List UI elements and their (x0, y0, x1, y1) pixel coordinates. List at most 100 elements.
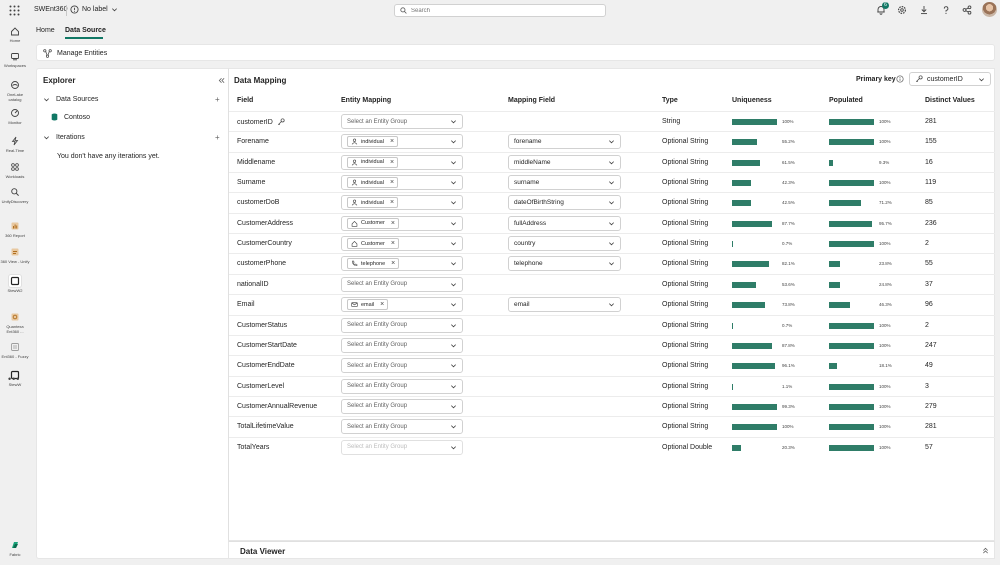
entity-chip-label: Customer (361, 240, 385, 247)
rail-item[interactable]: UnifyDiscovery (0, 186, 30, 204)
sensitivity-label-button[interactable]: No label (70, 5, 118, 14)
mapping-field-select[interactable]: telephone (508, 256, 621, 272)
entity-mapping-select[interactable]: Select an Entity Group (341, 337, 463, 353)
search-box[interactable] (394, 4, 606, 17)
home-icon (9, 25, 21, 37)
entity-mapping-select[interactable]: individual × (341, 175, 463, 191)
header-mapping-field[interactable]: Mapping Field (508, 97, 555, 104)
mapping-field-select[interactable]: dateOfBirthString (508, 195, 621, 211)
rail-item[interactable]: Workloads (0, 161, 30, 179)
mapping-field-select[interactable]: email (508, 297, 621, 313)
remove-entity-icon[interactable]: × (391, 220, 395, 227)
chevron-down-icon (609, 242, 614, 246)
app-launcher-icon[interactable] (9, 5, 20, 16)
mapping-field-select[interactable]: country (508, 236, 621, 252)
entity-mapping-select[interactable]: Customer × (341, 215, 463, 231)
mapping-field-select[interactable]: forename (508, 134, 621, 150)
header-populated[interactable]: Populated (829, 97, 863, 104)
tab-home[interactable]: Home (36, 27, 55, 34)
entity-mapping-select[interactable]: individual × (341, 134, 463, 150)
mapping-field-select[interactable]: fullAddress (508, 215, 621, 231)
uniqueness-percent: 100% (782, 424, 794, 430)
app-title[interactable]: SWEnt360 (34, 6, 67, 13)
entity-mapping-select[interactable]: individual × (341, 154, 463, 170)
uniqueness-percent: 96.1% (782, 363, 795, 369)
rail-item[interactable]: StewW2 (0, 275, 30, 293)
help-icon[interactable] (941, 5, 951, 15)
uniqueness-percent: 82.1% (782, 261, 795, 267)
rail-item[interactable]: Ent360 - Fuzzy (0, 341, 30, 359)
add-data-source-icon[interactable]: + (215, 95, 220, 104)
rail-item[interactable]: 360 View - Unify (0, 246, 30, 264)
mapping-field-select[interactable]: surname (508, 175, 621, 191)
tree-data-sources[interactable]: Data Sources (43, 96, 98, 103)
rail-item-label: Fabric (9, 552, 21, 557)
entity-mapping-select[interactable]: Select an Entity Group (341, 114, 463, 129)
chevron-down-icon (451, 445, 456, 450)
settings-gear-icon[interactable] (897, 5, 907, 15)
header-entity-mapping[interactable]: Entity Mapping (341, 97, 391, 104)
rail-item[interactable]: Monitor (0, 107, 30, 125)
collapse-panel-icon[interactable] (218, 77, 225, 84)
add-iteration-icon[interactable]: + (215, 133, 220, 142)
entity-mapping-select[interactable]: email × (341, 297, 463, 313)
entity-mapping-select[interactable]: Select an Entity Group (341, 398, 463, 414)
rail-item[interactable]: Home (0, 25, 30, 43)
remove-entity-icon[interactable]: × (390, 159, 394, 166)
entity-mapping-select[interactable]: Select an Entity Group (341, 439, 463, 455)
entity-mapping-select[interactable]: Select an Entity Group (341, 276, 463, 292)
entity-mapping-select[interactable]: individual × (341, 195, 463, 211)
rail-item[interactable]: 360 Report (0, 220, 30, 238)
entity-mapping-select[interactable]: telephone × (341, 256, 463, 272)
tree-iterations[interactable]: Iterations (43, 134, 85, 141)
entity-mapping-select[interactable]: Select an Entity Group (341, 419, 463, 435)
remove-entity-icon[interactable]: × (380, 301, 384, 308)
download-icon[interactable] (919, 5, 929, 15)
share-icon[interactable] (962, 5, 972, 15)
tree-item-contoso[interactable]: Contoso (51, 113, 90, 121)
realtime-icon (9, 135, 21, 147)
rail-item[interactable]: Real-Time (0, 135, 30, 153)
entity-mapping-select[interactable]: Select an Entity Group (341, 358, 463, 374)
entity-mapping-select[interactable]: Select an Entity Group (341, 317, 463, 333)
remove-entity-icon[interactable]: × (391, 260, 395, 267)
rail-item[interactable]: Quantexa Ent360 ... (0, 311, 30, 334)
sensitivity-label-text: No label (82, 6, 108, 13)
entity-mapping-select[interactable]: Customer × (341, 236, 463, 252)
entity-chip: individual × (347, 156, 399, 168)
more-options-icon[interactable]: ••• (8, 374, 20, 384)
uniqueness-bar (732, 363, 776, 370)
search-input[interactable] (411, 7, 591, 14)
populated-bar (829, 261, 840, 268)
manage-entities-button[interactable]: Manage Entities (43, 49, 107, 58)
mail-icon (351, 301, 358, 308)
entity-mapping-select[interactable]: Select an Entity Group (341, 378, 463, 394)
expand-panel-icon[interactable] (982, 547, 989, 554)
primary-key-dropdown[interactable]: customerID (909, 72, 991, 86)
remove-entity-icon[interactable]: × (390, 138, 394, 145)
uniqueness-percent: 0.7% (782, 322, 793, 328)
field-cell: CustomerStartDate (237, 342, 297, 349)
rail-item[interactable]: Fabric (0, 539, 30, 557)
rail-item[interactable]: Workspaces (0, 50, 30, 68)
header-distinct-values[interactable]: Distinct Values (925, 97, 975, 104)
user-avatar[interactable] (982, 2, 997, 17)
tab-data-source[interactable]: Data Source (65, 27, 106, 34)
entity-placeholder: Select an Entity Group (347, 423, 408, 430)
table-row: Email email × email Optional String 73.8% 46.3… (229, 294, 995, 314)
rail-item[interactable]: OneLake catalog (0, 79, 30, 102)
rail-item-label: Home (9, 38, 21, 43)
table-row: Forename individual × forename Optional Stri… (229, 131, 995, 151)
header-type[interactable]: Type (662, 97, 678, 104)
header-field[interactable]: Field (237, 97, 253, 104)
entity-chip-label: telephone (361, 260, 386, 267)
type-cell: Optional String (662, 321, 709, 329)
info-icon[interactable] (896, 75, 904, 83)
remove-entity-icon[interactable]: × (390, 179, 394, 186)
header-uniqueness[interactable]: Uniqueness (732, 97, 772, 104)
remove-entity-icon[interactable]: × (391, 240, 395, 247)
remove-entity-icon[interactable]: × (390, 199, 394, 206)
mapping-field-select[interactable]: middleName (508, 154, 621, 170)
populated-bar (829, 220, 873, 227)
rail-item-label: StewW2 (7, 288, 23, 293)
